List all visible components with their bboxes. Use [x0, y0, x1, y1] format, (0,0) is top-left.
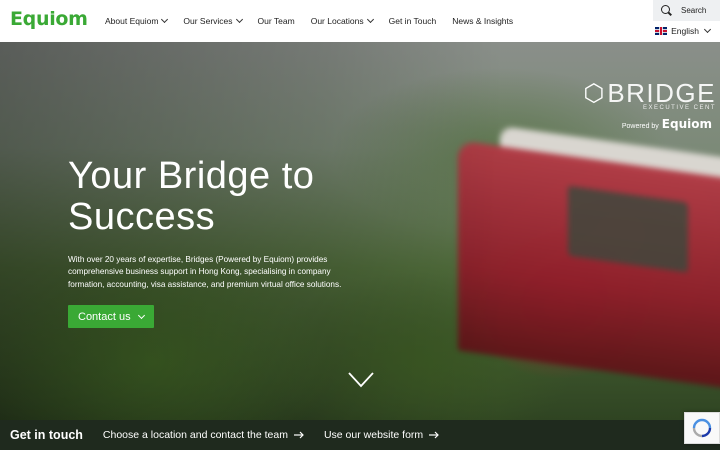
nav-our-services[interactable]: Our Services — [183, 15, 243, 26]
chevron-down-icon — [366, 15, 374, 24]
contact-us-label: Contact us — [78, 310, 131, 323]
nav-label: About Equiom — [105, 16, 159, 26]
hexagon-icon: ⬡ — [583, 80, 605, 107]
search-icon — [661, 5, 672, 16]
recaptcha-badge[interactable] — [684, 412, 720, 444]
powered-by-text: Powered by — [621, 123, 659, 130]
nav-label: Our Locations — [310, 16, 364, 26]
arrow-right-icon — [429, 431, 440, 439]
peak-tram-image — [458, 140, 720, 390]
contact-us-button[interactable]: Contact us — [68, 305, 154, 329]
bridges-logo: ⬡ BRIDGE EXECUTIVE CENT Powered by Equiom — [582, 78, 716, 131]
language-selector[interactable]: English — [655, 25, 712, 36]
chevron-down-icon — [235, 15, 243, 24]
website-form-link[interactable]: Use our website form — [323, 429, 440, 441]
website-form-label: Use our website form — [323, 429, 424, 441]
chevron-down-icon — [137, 311, 145, 319]
powered-by-brand: Equiom — [661, 117, 712, 131]
hero-banner: ⬡ BRIDGE EXECUTIVE CENT Powered by Equiom … — [0, 42, 720, 420]
nav-our-locations[interactable]: Our Locations — [310, 15, 374, 26]
search-label: Search — [681, 6, 707, 15]
hero-title: Your Bridge to Success — [68, 156, 368, 238]
language-label: English — [671, 26, 699, 36]
nav-label: News & Insights — [452, 16, 514, 26]
chevron-down-icon — [161, 15, 169, 24]
recaptcha-icon — [692, 418, 712, 438]
hero-title-line2: Success — [68, 196, 216, 238]
nav-label: Get in Touch — [388, 16, 437, 26]
equiom-logo[interactable]: Equiom — [10, 8, 88, 30]
powered-by: Powered by Equiom — [582, 117, 712, 131]
hero-title-line1: Your Bridge to — [68, 155, 315, 197]
site-header: Equiom About Equiom Our Services Our Tea… — [0, 0, 720, 42]
chevron-down-icon — [348, 372, 374, 388]
choose-location-link[interactable]: Choose a location and contact the team — [103, 429, 304, 441]
nav-label: Our Team — [257, 16, 295, 26]
tram-window-image — [568, 185, 688, 273]
nav-our-team[interactable]: Our Team — [258, 16, 295, 26]
nav-label: Our Services — [183, 16, 233, 26]
nav-news-insights[interactable]: News & Insights — [452, 16, 513, 26]
bridges-wordmark: BRIDGE — [607, 78, 716, 108]
choose-location-label: Choose a location and contact the team — [102, 429, 288, 441]
scroll-down-chevron[interactable] — [348, 372, 374, 396]
nav-about-equiom[interactable]: About Equiom — [105, 15, 169, 26]
main-nav: About Equiom Our Services Our Team Our L… — [105, 0, 529, 42]
chevron-down-icon — [703, 25, 712, 34]
get-in-touch-title: Get in touch — [10, 428, 83, 442]
get-in-touch-bar: Get in touch Choose a location and conta… — [0, 420, 720, 450]
hero-description: With over 20 years of expertise, Bridges… — [68, 255, 342, 289]
hero-content: Your Bridge to Success With over 20 year… — [68, 156, 368, 329]
uk-flag-icon — [655, 27, 668, 35]
tram-roof-image — [500, 125, 720, 185]
search-button[interactable]: Search — [653, 0, 720, 21]
nav-get-in-touch[interactable]: Get in Touch — [389, 16, 437, 26]
arrow-right-icon — [293, 431, 304, 439]
